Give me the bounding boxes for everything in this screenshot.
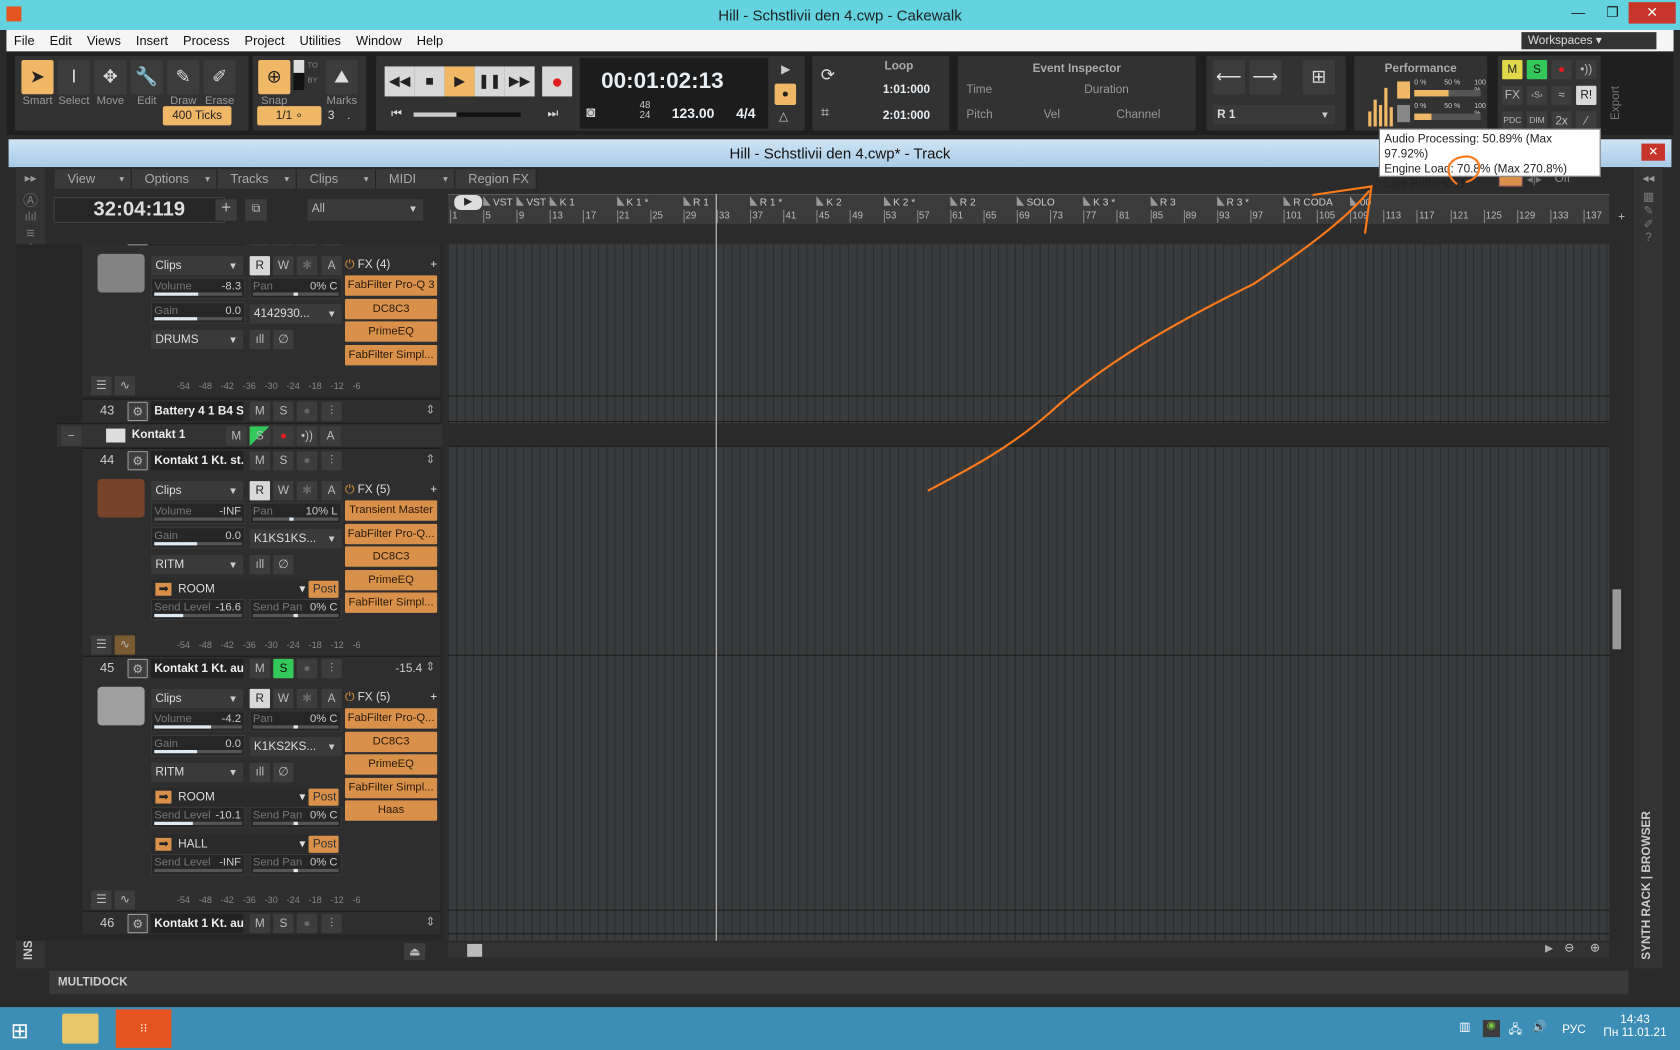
annotation-arrow-line — [927, 190, 1371, 492]
windows-taskbar: ⊞ ⁝⁝ ▥ ◉ 🖧 🔊 РУС 14:43 Пн 11.01.21 — [0, 1007, 1680, 1050]
network-tray-icon[interactable]: 🖧 — [1509, 1020, 1522, 1040]
volume-tray-icon[interactable]: 🔊 — [1532, 1020, 1547, 1034]
midi-tray-icon[interactable]: ▥ — [1459, 1020, 1470, 1034]
orange-annotation — [927, 155, 1481, 492]
clock[interactable]: 14:43 Пн 11.01.21 — [1601, 1014, 1670, 1040]
nvidia-tray-icon[interactable]: ◉ — [1482, 1020, 1501, 1038]
windows-start-icon[interactable]: ⊞ — [11, 1018, 29, 1045]
cakewalk-window: Hill - Schstlivii den 4.cwp - Cakewalk —… — [0, 0, 1680, 1050]
file-explorer-icon[interactable] — [62, 1013, 99, 1044]
annotation-circle — [1447, 155, 1481, 186]
annotation-arrowhead — [1312, 185, 1373, 234]
cakewalk-taskbar-icon[interactable]: ⁝⁝ — [115, 1009, 172, 1048]
language-indicator[interactable]: РУС — [1562, 1023, 1586, 1036]
